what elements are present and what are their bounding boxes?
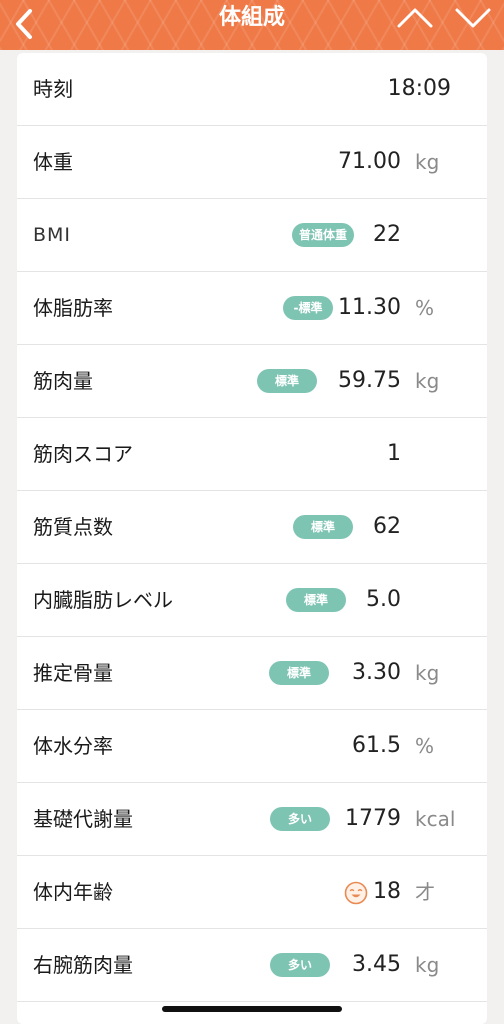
- row-value: 22: [373, 222, 401, 247]
- row-label: BMI: [33, 224, 72, 246]
- body-composition-list: 時刻 18:09 体重 71.00 kg BMI 普通体重 22 体脂肪率 -標…: [17, 53, 487, 1024]
- list-item-body-water: 体水分率 61.5 %: [17, 710, 487, 783]
- list-item-muscle-mass: 筋肉量 標準 59.75 kg: [17, 345, 487, 418]
- row-unit: kg: [415, 369, 440, 393]
- list-item-bone-mass: 推定骨量 標準 3.30 kg: [17, 637, 487, 710]
- list-item-body-fat: 体脂肪率 -標準 11.30 %: [17, 272, 487, 345]
- row-value: 3.30: [352, 660, 401, 685]
- chevron-up-icon[interactable]: [396, 6, 434, 30]
- row-unit: %: [415, 734, 435, 758]
- row-label: 右腕筋肉量: [33, 953, 133, 977]
- status-badge: -標準: [283, 296, 333, 320]
- row-value: 1779: [345, 806, 401, 831]
- row-label: 内臓脂肪レベル: [33, 588, 173, 612]
- list-item-muscle-quality: 筋質点数 標準 62: [17, 491, 487, 564]
- list-item-bmi: BMI 普通体重 22: [17, 199, 487, 272]
- row-value: 62: [373, 514, 401, 539]
- row-label: 基礎代謝量: [33, 807, 133, 831]
- row-value: 61.5: [352, 733, 401, 758]
- home-indicator[interactable]: [162, 1006, 342, 1012]
- list-item-body-age: 体内年齢 18 才: [17, 856, 487, 929]
- row-value: 1: [387, 441, 401, 466]
- status-badge: 普通体重: [292, 223, 354, 247]
- chevron-down-icon[interactable]: [454, 6, 492, 30]
- list-item-right-arm-muscle: 右腕筋肉量 多い 3.45 kg: [17, 929, 487, 1002]
- row-label: 体重: [33, 150, 73, 174]
- row-unit: kg: [415, 661, 440, 685]
- list-item-muscle-score: 筋肉スコア 1: [17, 418, 487, 491]
- row-value: 59.75: [338, 368, 401, 393]
- status-badge: 多い: [270, 807, 330, 831]
- row-label: 筋肉量: [33, 369, 93, 393]
- row-value: 71.00: [338, 149, 401, 174]
- row-unit: kg: [415, 953, 440, 977]
- row-value: 18: [373, 879, 401, 904]
- row-label: 体水分率: [33, 734, 113, 758]
- status-badge: 多い: [270, 953, 330, 977]
- row-unit: %: [415, 296, 435, 320]
- list-item-basal-metabolism: 基礎代謝量 多い 1779 kcal: [17, 783, 487, 856]
- smiley-face-icon: [344, 881, 368, 905]
- row-value: 5.0: [366, 587, 401, 612]
- status-badge: 標準: [286, 588, 346, 612]
- row-label: 体脂肪率: [33, 296, 113, 320]
- header-bar: 体組成: [0, 0, 504, 50]
- status-badge: 標準: [293, 515, 353, 539]
- status-badge: 標準: [269, 661, 329, 685]
- list-item-visceral-fat: 内臓脂肪レベル 標準 5.0: [17, 564, 487, 637]
- list-item-time: 時刻 18:09: [17, 53, 487, 126]
- row-label: 時刻: [33, 77, 73, 101]
- row-label: 筋肉スコア: [33, 442, 133, 466]
- row-value: 18:09: [387, 76, 451, 101]
- status-badge: 標準: [257, 369, 317, 393]
- row-unit: 才: [415, 880, 435, 904]
- row-unit: kg: [415, 150, 440, 174]
- row-label: 筋質点数: [33, 515, 113, 539]
- row-label: 体内年齢: [33, 880, 113, 904]
- row-label: 推定骨量: [33, 661, 113, 685]
- row-value: 3.45: [352, 952, 401, 977]
- row-unit: kcal: [415, 807, 456, 831]
- row-value: 11.30: [338, 295, 401, 320]
- list-item-weight: 体重 71.00 kg: [17, 126, 487, 199]
